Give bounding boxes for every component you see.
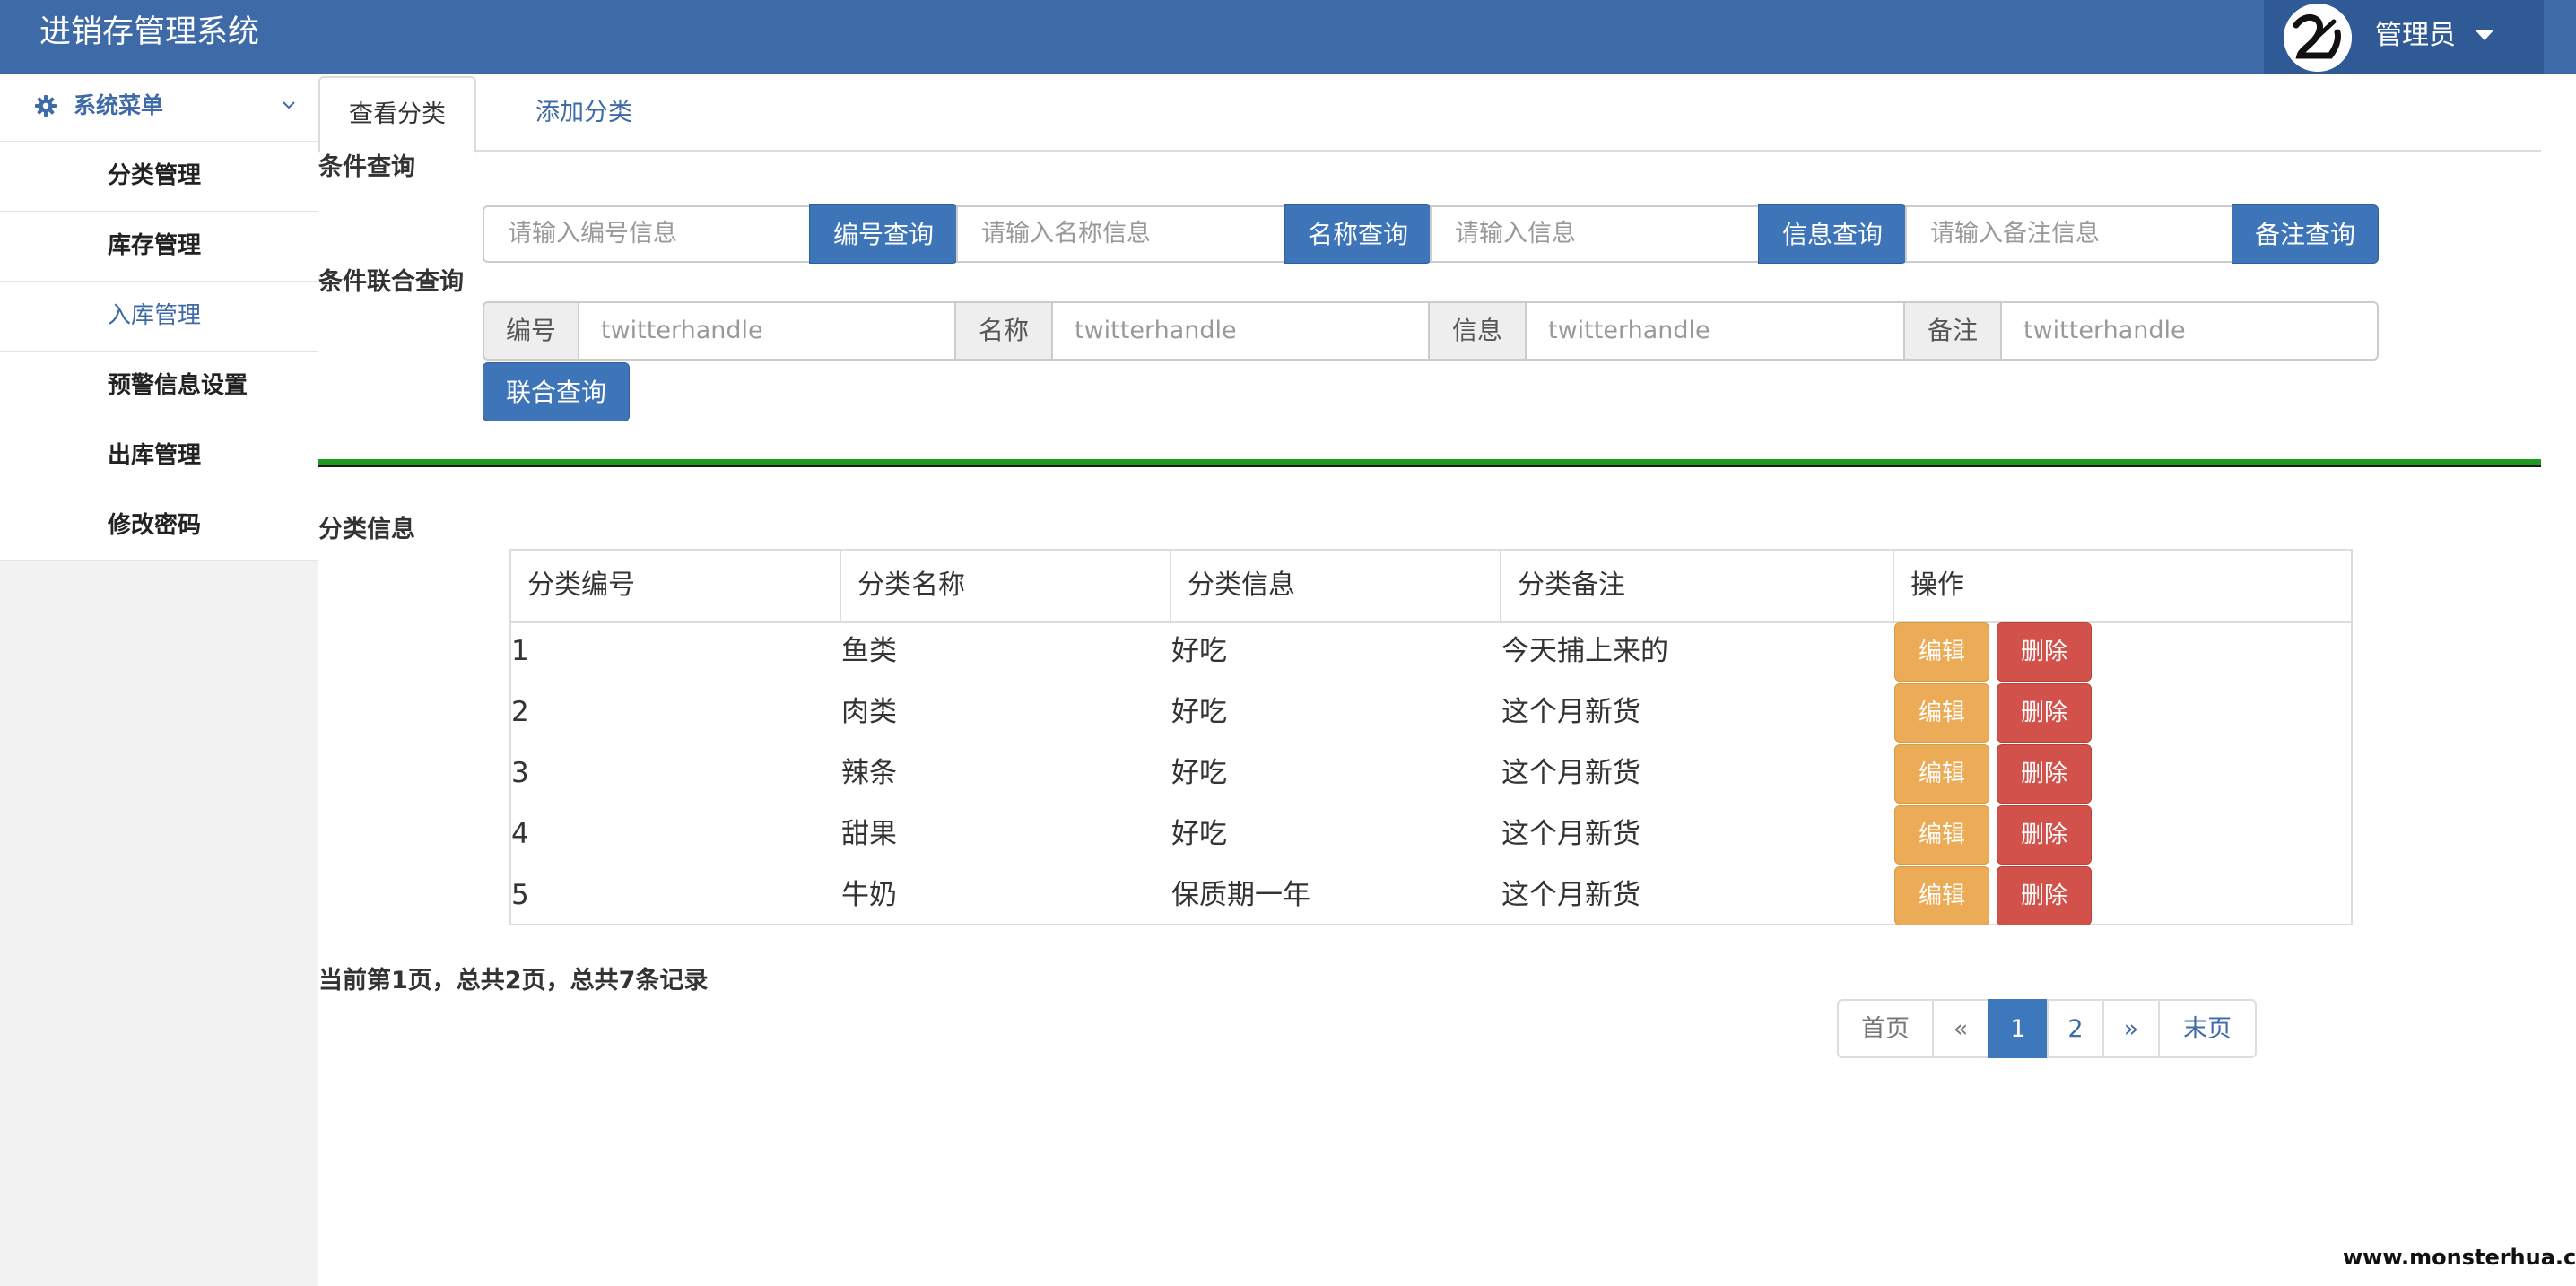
combo-note-label: 备注	[1903, 301, 2002, 361]
cell-info: 保质期一年	[1171, 879, 1310, 911]
first-page-button[interactable]: 首页	[1837, 999, 1934, 1058]
cell-name: 肉类	[841, 696, 897, 728]
col-header-info: 分类信息	[1171, 551, 1501, 621]
gear-icon	[35, 95, 57, 117]
combo-query-title: 条件联合查询	[318, 268, 464, 296]
info-search-input[interactable]: 请输入信息	[1430, 205, 1760, 263]
name-search-input[interactable]: 请输入名称信息	[956, 205, 1286, 263]
sidebar-item-inventory[interactable]: 库存管理	[0, 212, 318, 282]
app-title: 进销存管理系统	[39, 14, 260, 50]
section-divider-shadow	[318, 465, 2541, 467]
edit-button[interactable]: 编辑	[1894, 805, 1989, 865]
combo-info-label: 信息	[1428, 301, 1527, 361]
sidebar-item-alert-settings[interactable]: 预警信息设置	[0, 352, 318, 421]
col-header-actions: 操作	[1910, 569, 1964, 601]
cell-id: 4	[511, 818, 529, 850]
cell-name: 辣条	[841, 757, 897, 789]
tab-view-category[interactable]: 查看分类	[318, 76, 476, 153]
last-page-button[interactable]: 末页	[2158, 999, 2257, 1058]
delete-button[interactable]: 删除	[1997, 622, 2092, 682]
edit-button[interactable]: 编辑	[1894, 683, 1989, 743]
combo-note-input[interactable]: twitterhandle	[2000, 301, 2379, 361]
col-header-note: 分类备注	[1501, 551, 1894, 621]
cell-note: 这个月新货	[1501, 696, 1640, 728]
edit-button[interactable]: 编辑	[1894, 622, 1989, 682]
edit-button[interactable]: 编辑	[1894, 866, 1989, 925]
sidebar: 系统菜单 分类管理 库存管理 入库管理 预警信息设置 出库管理 修改密码	[0, 74, 318, 1286]
name-search-button[interactable]: 名称查询	[1284, 204, 1432, 264]
combo-name-label: 名称	[954, 301, 1053, 361]
user-menu[interactable]: 管理员	[2264, 0, 2544, 74]
cell-id: 5	[511, 879, 529, 911]
info-search-button[interactable]: 信息查询	[1758, 204, 1907, 264]
cell-id: 2	[511, 696, 529, 728]
cell-info: 好吃	[1171, 757, 1227, 789]
user-name[interactable]: 管理员	[2375, 18, 2456, 54]
cell-name: 鱼类	[841, 635, 897, 667]
col-header-name: 分类名称	[841, 551, 1171, 621]
cell-note: 这个月新货	[1501, 818, 1640, 850]
prev-page-button[interactable]: «	[1932, 999, 1989, 1058]
cell-info: 好吃	[1171, 818, 1227, 850]
next-page-button[interactable]: »	[2102, 999, 2160, 1058]
cell-note: 这个月新货	[1501, 879, 1640, 911]
avatar[interactable]	[2284, 4, 2352, 72]
cell-id: 1	[511, 635, 529, 667]
combo-id-input[interactable]: twitterhandle	[578, 301, 956, 361]
chevron-down-icon[interactable]	[282, 100, 296, 110]
sidebar-item-category[interactable]: 分类管理	[0, 142, 318, 212]
delete-button[interactable]: 删除	[1997, 683, 2092, 743]
watermark: www.monsterhua.com	[2343, 1245, 2576, 1270]
cell-note: 这个月新货	[1501, 757, 1640, 789]
combo-id-label: 编号	[483, 301, 579, 361]
combo-query-button[interactable]: 联合查询	[483, 362, 630, 421]
sidebar-item-stock-in[interactable]: 入库管理	[0, 282, 318, 352]
pagination-info: 当前第1页，总共2页，总共7条记录	[318, 967, 709, 995]
cell-note: 今天捕上来的	[1501, 635, 1668, 667]
delete-button[interactable]: 删除	[1997, 744, 2092, 804]
top-bar: 进销存管理系统 管理员	[0, 0, 2576, 74]
sidebar-item-stock-out[interactable]: 出库管理	[0, 421, 318, 491]
cell-info: 好吃	[1171, 696, 1227, 728]
cell-name: 甜果	[841, 818, 897, 850]
category-table: 分类编号 分类名称 分类信息 分类备注 操作 1 鱼类 好吃 今天捕上来的 编辑…	[509, 549, 2353, 925]
table-title: 分类信息	[318, 516, 415, 543]
combo-name-input[interactable]: twitterhandle	[1051, 301, 1430, 361]
id-search-button[interactable]: 编号查询	[809, 204, 958, 264]
cell-info: 好吃	[1171, 635, 1227, 667]
cell-id: 3	[511, 757, 529, 789]
note-search-input[interactable]: 请输入备注信息	[1905, 205, 2233, 263]
tab-bar: 查看分类 添加分类	[318, 74, 2541, 153]
cell-name: 牛奶	[841, 879, 897, 911]
page-2-button[interactable]: 2	[2047, 999, 2104, 1058]
combo-info-input[interactable]: twitterhandle	[1525, 301, 1905, 361]
tab-add-category[interactable]: 添加分类	[507, 76, 661, 150]
page-1-button[interactable]: 1	[1988, 999, 2049, 1058]
avatar-logo-icon	[2284, 4, 2352, 72]
caret-down-icon[interactable]	[2476, 30, 2493, 40]
id-search-input[interactable]: 请输入编号信息	[483, 205, 811, 263]
delete-button[interactable]: 删除	[1997, 866, 2092, 925]
query-section-title: 条件查询	[318, 153, 415, 181]
edit-button[interactable]: 编辑	[1894, 744, 1989, 804]
col-header-id: 分类编号	[511, 551, 841, 621]
note-search-button[interactable]: 备注查询	[2232, 204, 2379, 264]
sidebar-menu-title: 系统菜单	[74, 92, 164, 118]
sidebar-item-change-password[interactable]: 修改密码	[0, 491, 318, 561]
delete-button[interactable]: 删除	[1997, 805, 2092, 865]
sidebar-menu: 系统菜单 分类管理 库存管理 入库管理 预警信息设置 出库管理 修改密码	[0, 74, 318, 561]
sidebar-menu-header[interactable]: 系统菜单	[0, 74, 318, 142]
